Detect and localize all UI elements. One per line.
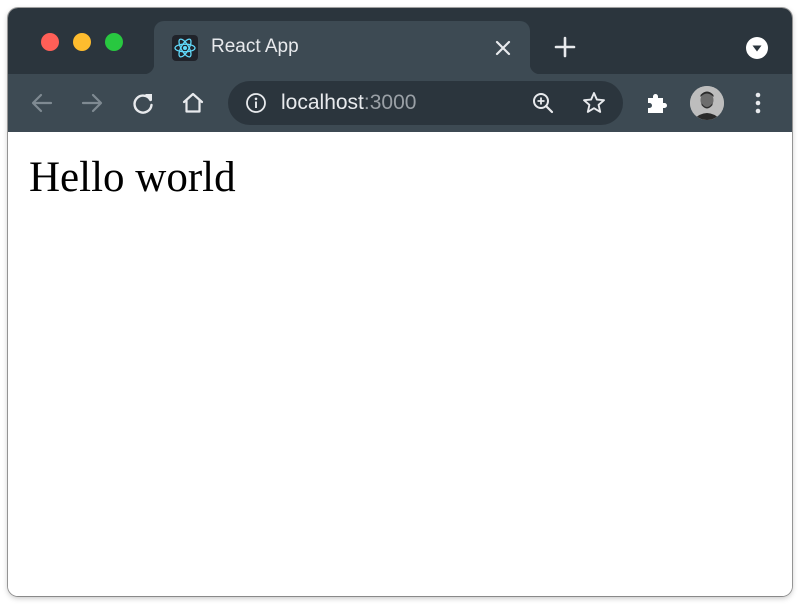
browser-toolbar: localhost:3000 (8, 74, 792, 132)
reload-icon[interactable] (128, 88, 158, 118)
page-heading: Hello world (29, 154, 236, 201)
window-close-button[interactable] (41, 33, 59, 51)
url-port: :3000 (363, 91, 417, 114)
zoom-in-icon[interactable] (531, 91, 555, 115)
star-icon[interactable] (581, 90, 607, 116)
chevron-down-circle-icon[interactable] (746, 37, 768, 59)
window-maximize-button[interactable] (105, 33, 123, 51)
page-content: Hello world (8, 132, 792, 596)
plus-icon[interactable] (553, 35, 577, 59)
arrow-right-icon[interactable] (77, 88, 107, 118)
arrow-left-icon[interactable] (27, 88, 57, 118)
info-icon[interactable] (245, 92, 267, 114)
avatar[interactable] (690, 86, 724, 120)
tab-react-app[interactable]: React App (144, 21, 540, 74)
browser-window: React App localhost:3000 Hello world (8, 8, 792, 596)
address-bar[interactable]: localhost:3000 (228, 81, 623, 125)
home-icon[interactable] (178, 88, 208, 118)
close-icon[interactable] (491, 36, 515, 60)
puzzle-icon[interactable] (644, 90, 670, 116)
tab-title: React App (211, 36, 299, 57)
tab-strip: React App (8, 8, 792, 74)
window-minimize-button[interactable] (73, 33, 91, 51)
react-logo-icon (172, 35, 198, 61)
url-host: localhost (281, 91, 364, 114)
vertical-dots-icon[interactable] (745, 89, 771, 117)
url-text[interactable]: localhost:3000 (281, 91, 416, 115)
